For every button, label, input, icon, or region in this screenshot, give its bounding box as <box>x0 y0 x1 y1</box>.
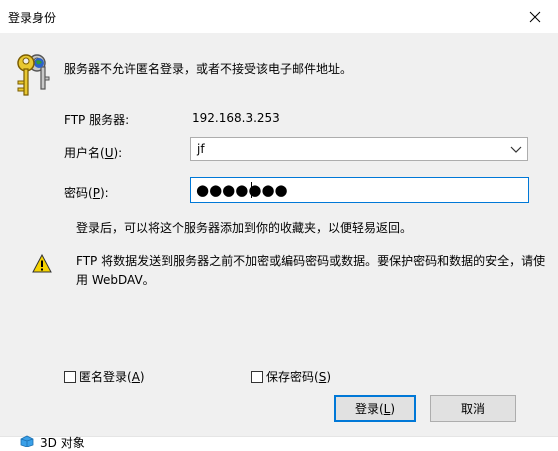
password-field[interactable]: ●●●●●●● <box>190 177 529 203</box>
keys-icon <box>17 54 50 96</box>
favorites-info: 登录后，可以将这个服务器添加到你的收藏夹，以便轻易返回。 <box>76 221 413 235</box>
save-password-checkbox[interactable] <box>251 370 263 383</box>
window-title: 登录身份 <box>8 11 57 25</box>
server-label: FTP 服务器: <box>64 113 130 127</box>
login-button-label: 登录(L) <box>354 402 396 416</box>
cancel-button-label: 取消 <box>460 402 485 416</box>
intro-message: 服务器不允许匿名登录，或者不接受该电子邮件地址。 <box>64 62 353 76</box>
title-bar: 登录身份 <box>0 0 558 33</box>
close-icon <box>529 11 541 22</box>
password-mask: ●●●●●●● <box>196 181 288 199</box>
chevron-down-icon[interactable] <box>509 142 523 156</box>
username-combobox[interactable]: jf <box>190 137 528 161</box>
security-warning: FTP 将数据发送到服务器之前不加密或编码密码或数据。要保护密码和数据的安全，请… <box>76 254 546 287</box>
save-password-label: 保存密码(S) <box>266 370 332 384</box>
anonymous-login-checkbox[interactable] <box>64 370 76 383</box>
login-button[interactable]: 登录(L) <box>334 395 416 422</box>
password-label: 密码(P): <box>64 186 109 200</box>
cancel-button[interactable]: 取消 <box>430 395 516 422</box>
close-button[interactable] <box>512 0 558 33</box>
username-value: jf <box>197 142 205 156</box>
save-password-option[interactable]: 保存密码(S) <box>251 368 331 385</box>
warning-icon <box>32 254 52 273</box>
dialog-body: 服务器不允许匿名登录，或者不接受该电子邮件地址。 FTP 服务器: 192.16… <box>0 33 558 436</box>
background-item-3d-objects[interactable]: 3D 对象 <box>40 434 85 451</box>
anonymous-login-option[interactable]: 匿名登录(A) <box>64 368 145 385</box>
text-caret <box>251 182 252 198</box>
server-value: 192.168.3.253 <box>192 111 280 125</box>
folder-3d-icon <box>20 435 34 447</box>
username-label: 用户名(U): <box>64 146 123 160</box>
anonymous-login-label: 匿名登录(A) <box>79 370 145 384</box>
